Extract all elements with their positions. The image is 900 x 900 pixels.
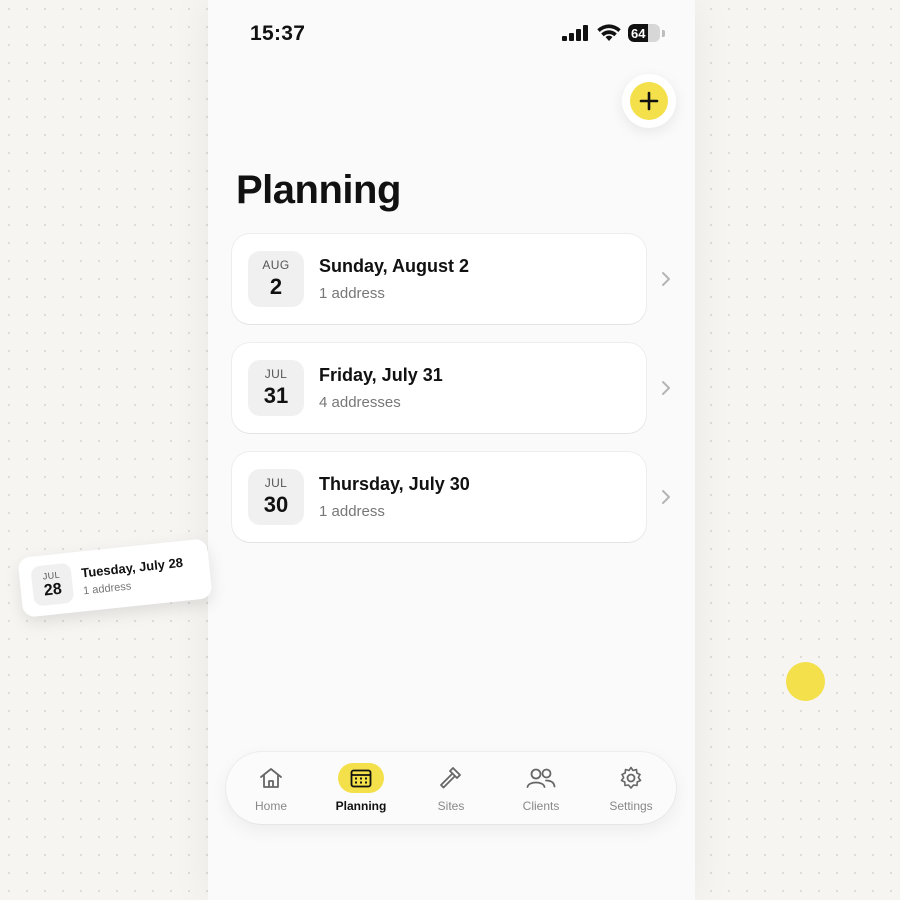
wifi-icon xyxy=(597,24,621,41)
battery-cap xyxy=(662,29,665,37)
page-title: Planning xyxy=(236,168,401,212)
battery-label: 64 xyxy=(631,25,646,41)
hammer-icon xyxy=(428,763,474,793)
address-count: 1 address xyxy=(319,503,385,520)
users-icon xyxy=(518,763,564,793)
home-icon xyxy=(248,763,294,793)
tab-bar: Home Planning Sites Clients Settings xyxy=(226,752,676,824)
tab-label: Settings xyxy=(609,799,653,813)
card-text: Sunday, August 2 1 address xyxy=(319,256,469,302)
day-title: Friday, July 31 xyxy=(319,365,443,385)
date-badge: JUL 31 xyxy=(248,360,304,416)
chevron-right-icon[interactable] xyxy=(656,487,676,507)
date-day: 28 xyxy=(43,580,63,599)
add-button[interactable] xyxy=(622,74,676,128)
date-month: JUL xyxy=(264,476,288,490)
date-badge: JUL 30 xyxy=(248,469,304,525)
tab-label: Planning xyxy=(335,799,387,813)
day-list: AUG 2 Sunday, August 2 1 address JUL 31 … xyxy=(232,234,670,561)
gear-icon xyxy=(608,763,654,793)
day-title: Sunday, August 2 xyxy=(319,256,470,276)
tab-settings[interactable]: Settings xyxy=(588,763,674,813)
date-month: JUL xyxy=(264,367,288,381)
phone-screen: 15:37 64 Planning AUG 2 Sunday, August 2… xyxy=(208,0,695,900)
address-count: 1 address xyxy=(319,285,385,302)
date-day: 30 xyxy=(263,492,289,517)
card-text: Thursday, July 30 1 address xyxy=(319,474,470,520)
cellular-signal-icon xyxy=(562,25,588,41)
floating-day-card: JUL 28 Tuesday, July 28 1 address xyxy=(17,538,213,618)
status-icons: 64 xyxy=(562,24,665,42)
day-card[interactable]: AUG 2 Sunday, August 2 1 address xyxy=(232,234,670,324)
date-month: JUL xyxy=(42,569,61,582)
date-badge: AUG 2 xyxy=(248,251,304,307)
tab-planning[interactable]: Planning xyxy=(318,763,404,813)
add-button-circle xyxy=(630,82,668,120)
card-text: Tuesday, July 28 1 address xyxy=(81,555,186,597)
chevron-right-icon[interactable] xyxy=(656,269,676,289)
date-day: 2 xyxy=(269,274,283,299)
tab-clients[interactable]: Clients xyxy=(498,763,584,813)
decorative-dot xyxy=(786,662,825,701)
day-card[interactable]: JUL 31 Friday, July 31 4 addresses xyxy=(232,343,670,433)
status-time: 15:37 xyxy=(250,22,306,45)
day-title: Thursday, July 30 xyxy=(319,474,470,494)
calendar-icon xyxy=(338,763,384,793)
plus-icon xyxy=(639,91,659,111)
day-card[interactable]: JUL 30 Thursday, July 30 1 address xyxy=(232,452,670,542)
card-text: Friday, July 31 4 addresses xyxy=(319,365,443,411)
tab-home[interactable]: Home xyxy=(228,763,314,813)
tab-label: Sites xyxy=(437,799,465,813)
address-count: 4 addresses xyxy=(319,394,401,411)
date-badge: JUL 28 xyxy=(30,562,75,607)
tab-label: Clients xyxy=(522,799,560,813)
tab-sites[interactable]: Sites xyxy=(408,763,494,813)
chevron-right-icon[interactable] xyxy=(656,378,676,398)
date-day: 31 xyxy=(263,383,289,408)
date-month: AUG xyxy=(262,258,290,272)
battery-icon: 64 xyxy=(628,24,660,42)
tab-label: Home xyxy=(254,799,287,813)
